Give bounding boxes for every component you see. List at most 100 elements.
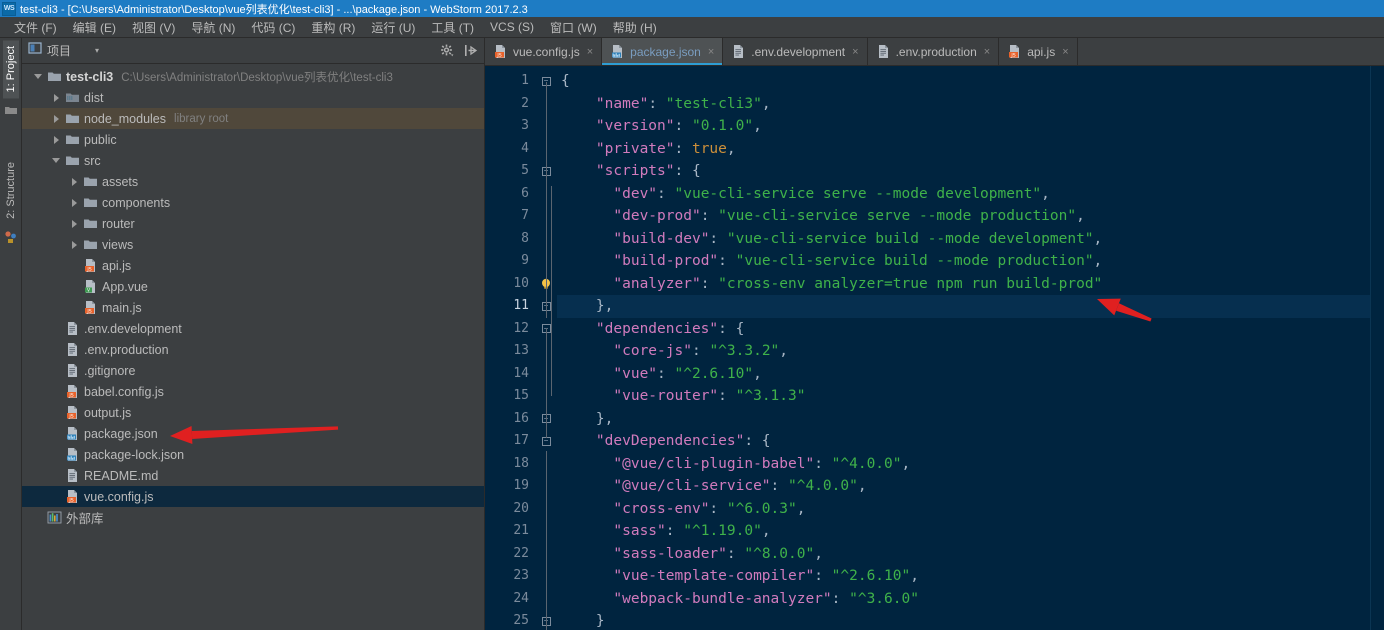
editor-tab--env-production[interactable]: .env.production× [868,38,1000,65]
tree-item-readme-md[interactable]: README.md [22,465,484,486]
code-token: "vue" [613,366,657,382]
close-icon[interactable]: × [852,46,858,58]
tree-item-api-js[interactable]: JSapi.js [22,255,484,276]
close-icon[interactable]: × [708,46,714,58]
code-line[interactable]: }, [557,295,1370,318]
code-line[interactable]: "@vue/cli-service": "^4.0.0", [557,475,1370,498]
line-number: 23 [485,565,535,588]
code-line[interactable]: }, [557,408,1370,431]
twisty-expanded-icon[interactable] [30,74,46,79]
code-token: , [1094,231,1103,247]
twisty-collapsed-icon[interactable] [48,136,64,144]
menu-run[interactable]: 运行 (U) [363,17,423,38]
tree-item-router[interactable]: router [22,213,484,234]
twisty-collapsed-icon[interactable] [48,115,64,123]
line-number: 21 [485,520,535,543]
close-icon[interactable]: × [587,46,593,58]
code-line[interactable]: "dev-prod": "vue-cli-service serve --mod… [557,205,1370,228]
tool-tab-label-project: 1: Project [5,46,17,92]
code-line[interactable]: "name": "test-cli3", [557,93,1370,116]
twisty-collapsed-icon[interactable] [66,220,82,228]
code-line[interactable]: "devDependencies": { [557,430,1370,453]
gear-icon[interactable] [440,43,455,58]
code-line[interactable]: "version": "0.1.0", [557,115,1370,138]
tree-item-gitignore[interactable]: .gitignore [22,360,484,381]
close-icon[interactable]: × [984,46,990,58]
code-token [561,501,613,517]
sidebar-item-project[interactable]: 1: Project [3,40,19,98]
twisty-collapsed-icon[interactable] [66,241,82,249]
code-folding-gutter[interactable]: −−−−−−− [535,66,557,630]
sidebar-item-structure[interactable]: 2: Structure [3,156,19,225]
code-line[interactable]: "private": true, [557,138,1370,161]
editor-tab-api-js[interactable]: JSapi.js× [999,38,1077,65]
code-line[interactable]: "build-prod": "vue-cli-service build --m… [557,250,1370,273]
menu-tools[interactable]: 工具 (T) [423,17,482,38]
project-file-tree[interactable]: test-cli3C:\Users\Administrator\Desktop\… [22,64,484,630]
tree-item-[interactable]: 外部库 [22,507,484,528]
code-viewport[interactable]: 1234567891011121314151617181920212223242… [485,66,1384,630]
chevron-down-icon[interactable]: ▾ [95,46,99,55]
tree-item-assets[interactable]: assets [22,171,484,192]
code-line[interactable]: "sass": "^1.19.0", [557,520,1370,543]
tree-item-views[interactable]: views [22,234,484,255]
tree-item-babel-config-js[interactable]: JSbabel.config.js [22,381,484,402]
tree-item-package-json[interactable]: package.json [22,423,484,444]
code-line[interactable]: "scripts": { [557,160,1370,183]
menu-code[interactable]: 代码 (C) [243,17,303,38]
tree-item-vue-config-js[interactable]: JSvue.config.js [22,486,484,507]
twisty-expanded-icon[interactable] [48,158,64,163]
tree-item-env-development[interactable]: .env.development [22,318,484,339]
twisty-collapsed-icon[interactable] [48,94,64,102]
tree-item-annotation: C:\Users\Administrator\Desktop\vue列表优化\t… [121,69,393,85]
twisty-collapsed-icon[interactable] [66,199,82,207]
code-line[interactable]: "dependencies": { [557,318,1370,341]
tree-item-public[interactable]: public [22,129,484,150]
tree-item-env-production[interactable]: .env.production [22,339,484,360]
code-line[interactable]: "vue-template-compiler": "^2.6.10", [557,565,1370,588]
code-token: "cross-env" [613,501,709,517]
editor-tab-package-json[interactable]: package.json× [602,38,723,65]
line-number: 13 [485,340,535,363]
code-line[interactable]: "analyzer": "cross-env analyzer=true npm… [557,273,1370,296]
tree-item-package-lock-json[interactable]: package-lock.json [22,444,484,465]
code-line[interactable]: "dev": "vue-cli-service serve --mode dev… [557,183,1370,206]
code-line[interactable]: "webpack-bundle-analyzer": "^3.6.0" [557,588,1370,611]
tree-item-components[interactable]: components [22,192,484,213]
code-line[interactable]: "vue": "^2.6.10", [557,363,1370,386]
tree-item-output-js[interactable]: JSoutput.js [22,402,484,423]
close-icon[interactable]: × [1062,46,1068,58]
tree-item-test-cli3[interactable]: test-cli3C:\Users\Administrator\Desktop\… [22,66,484,87]
menu-vcs[interactable]: VCS (S) [482,18,542,36]
tree-item-node-modules[interactable]: node_moduleslibrary root [22,108,484,129]
menu-edit[interactable]: 编辑 (E) [65,17,124,38]
twisty-collapsed-icon[interactable] [66,178,82,186]
code-line[interactable]: { [557,70,1370,93]
tree-item-src[interactable]: src [22,150,484,171]
menu-navigate[interactable]: 导航 (N) [183,17,243,38]
menu-window[interactable]: 窗口 (W) [542,17,605,38]
code-line[interactable]: "cross-env": "^6.0.3", [557,498,1370,521]
folder-module-icon [64,90,80,105]
code-token: : [657,366,674,382]
collapse-all-icon[interactable] [463,43,478,58]
code-line[interactable]: "core-js": "^3.3.2", [557,340,1370,363]
tree-item-dist[interactable]: dist [22,87,484,108]
menu-view[interactable]: 视图 (V) [124,17,183,38]
menu-file[interactable]: 文件 (F) [6,17,65,38]
tree-item-main-js[interactable]: JSmain.js [22,297,484,318]
menu-help[interactable]: 帮助 (H) [605,17,665,38]
editor-tab-vue-config-js[interactable]: JSvue.config.js× [485,38,602,65]
code-line[interactable]: "@vue/cli-plugin-babel": "^4.0.0", [557,453,1370,476]
code-line[interactable]: "sass-loader": "^8.0.0", [557,543,1370,566]
tree-item-app-vue[interactable]: VApp.vue [22,276,484,297]
editor-tab--env-development[interactable]: .env.development× [723,38,867,65]
svg-text:JS: JS [1011,52,1016,58]
editor-scrollbar[interactable] [1370,66,1384,630]
code-line[interactable]: } [557,610,1370,630]
code-token: "^6.0.3" [727,501,797,517]
code-content[interactable]: { "name": "test-cli3", "version": "0.1.0… [557,66,1370,630]
menu-refactor[interactable]: 重构 (R) [303,17,363,38]
code-line[interactable]: "vue-router": "^3.1.3" [557,385,1370,408]
code-line[interactable]: "build-dev": "vue-cli-service build --mo… [557,228,1370,251]
